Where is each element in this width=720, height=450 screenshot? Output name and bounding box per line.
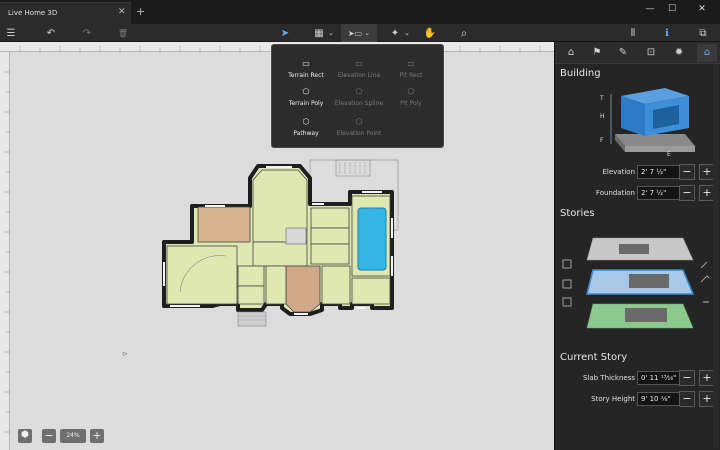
terrain-menu-item[interactable]: ▭ Pit Rect bbox=[384, 59, 438, 79]
terrain-item-label: Terrain Rect bbox=[288, 72, 323, 79]
minimize-button[interactable]: — bbox=[640, 4, 660, 14]
new-tab-button[interactable]: + bbox=[136, 5, 145, 18]
select-arrow-icon[interactable]: ➤ bbox=[276, 24, 294, 42]
search-icon[interactable]: ⌕ bbox=[455, 24, 473, 42]
building-section-title: Building bbox=[560, 68, 601, 79]
delete-icon[interactable]: 🗑 bbox=[114, 24, 132, 42]
maximize-button[interactable]: ☐ bbox=[662, 4, 682, 14]
terrain-item-icon: ⬡ bbox=[279, 117, 333, 126]
terrain-menu-item[interactable]: ⬡ Elevation Point bbox=[332, 117, 386, 137]
slab-thickness-decrease-button[interactable]: − bbox=[679, 370, 695, 386]
terrain-item-icon: ▭ bbox=[332, 59, 386, 68]
add-story-below-icon[interactable] bbox=[563, 298, 571, 306]
inspector-icon[interactable]: ℹ bbox=[658, 24, 676, 42]
inspector-tabs: ⌂ ⚑ ✎ ⊡ ✹ ⌂ bbox=[555, 42, 720, 64]
zoom-level[interactable]: 24% bbox=[60, 429, 86, 443]
close-window-button[interactable]: ✕ bbox=[692, 4, 712, 14]
svg-text:⊳: ⊳ bbox=[122, 350, 128, 358]
terrain-item-icon: ⬠ bbox=[332, 87, 386, 96]
terrain-menu-item[interactable]: ▭ Terrain Rect bbox=[279, 59, 333, 79]
building-t-label: T bbox=[599, 95, 604, 102]
document-tab-title: Live Home 3D bbox=[8, 9, 57, 17]
panel-scrollbar[interactable] bbox=[713, 64, 719, 448]
elevation-decrease-button[interactable]: − bbox=[679, 164, 695, 180]
terrain-item-label: Pathway bbox=[293, 130, 318, 137]
terrain-menu-item[interactable]: ⬠ Pit Poly bbox=[384, 87, 438, 107]
terrain-tool-icon: ➤▭ bbox=[348, 29, 362, 38]
terrain-menu-item[interactable]: ⬡ Pathway bbox=[279, 117, 333, 137]
terrain-item-label: Elevation Line bbox=[338, 72, 380, 79]
foundation-decrease-button[interactable]: − bbox=[679, 185, 695, 201]
chevron-down-icon[interactable]: ⌄ bbox=[326, 24, 336, 42]
terrain-menu-item[interactable]: ⬠ Terrain Poly bbox=[279, 87, 333, 107]
terrain-item-icon: ⬠ bbox=[279, 87, 333, 96]
terrain-item-label: Pit Rect bbox=[400, 72, 423, 79]
zoom-out-button[interactable]: − bbox=[42, 429, 56, 443]
building-e-label: E bbox=[667, 151, 671, 156]
library-icon[interactable]: ⫴ bbox=[624, 24, 642, 42]
hand-icon[interactable]: ✋ bbox=[421, 24, 439, 42]
stories-section-title: Stories bbox=[560, 208, 595, 219]
tab-building-icon[interactable]: ⌂ bbox=[697, 44, 717, 62]
layers-icon[interactable]: ⬢ bbox=[18, 429, 32, 443]
zoom-in-button[interactable]: + bbox=[90, 429, 104, 443]
undo-icon[interactable]: ↶ bbox=[42, 24, 60, 42]
terrain-item-label: Elevation Point bbox=[337, 130, 382, 137]
terrain-tools-menu: ▭ Terrain Rect ▭ Elevation Line ▭ Pit Rect ⬠ Te… bbox=[271, 44, 444, 148]
current-story-section-title: Current Story bbox=[560, 352, 627, 363]
document-tab[interactable]: Live Home 3D ✕ bbox=[0, 2, 131, 24]
roof-icon[interactable] bbox=[701, 262, 709, 282]
terrain-item-label: Pit Poly bbox=[400, 100, 422, 107]
terrain-item-icon: ▭ bbox=[279, 59, 333, 68]
title-bar: Live Home 3D ✕ + — ☐ ✕ bbox=[0, 0, 720, 24]
terrain-item-icon: ⬠ bbox=[384, 87, 438, 96]
duplicate-story-icon[interactable] bbox=[563, 280, 571, 288]
tab-materials-icon[interactable]: ✎ bbox=[613, 44, 633, 62]
chevron-down-icon: ⌄ bbox=[364, 29, 370, 37]
story-height-decrease-button[interactable]: − bbox=[679, 391, 695, 407]
building-h-label: H bbox=[600, 113, 605, 120]
stories-diagram bbox=[559, 230, 709, 340]
add-story-above-icon[interactable] bbox=[563, 260, 571, 268]
toolbar: ☰ ↶ ↷ 🗑 ➤ ▦ ⌄ ➤▭ ⌄ ✦ ⌄ ✋ ⌕ ⫴ ℹ ⧉ bbox=[0, 24, 720, 42]
redo-icon[interactable]: ↷ bbox=[78, 24, 96, 42]
close-tab-icon[interactable]: ✕ bbox=[118, 7, 126, 17]
terrain-menu-item[interactable]: ⬠ Elevation Spline bbox=[332, 87, 386, 107]
terrain-item-icon: ⬡ bbox=[332, 117, 386, 126]
building-diagram: T H F E bbox=[595, 84, 705, 156]
layout-icon[interactable]: ⧉ bbox=[694, 24, 712, 42]
story-height-label: Story Height bbox=[565, 395, 635, 403]
terrain-item-label: Terrain Poly bbox=[289, 100, 324, 107]
menu-icon[interactable]: ☰ bbox=[2, 24, 20, 42]
tab-furniture-icon[interactable]: ⌂ bbox=[561, 44, 581, 62]
elevation-label: Elevation bbox=[565, 168, 635, 176]
terrain-tool-button[interactable]: ➤▭ ⌄ bbox=[341, 24, 377, 42]
chevron-down-icon[interactable]: ⌄ bbox=[402, 24, 412, 42]
terrain-menu-item[interactable]: ▭ Elevation Line bbox=[332, 59, 386, 79]
slab-thickness-label: Slab Thickness bbox=[565, 374, 635, 382]
terrain-item-label: Elevation Spline bbox=[335, 100, 383, 107]
tab-building-tools-icon[interactable]: ⚑ bbox=[587, 44, 607, 62]
foundation-label: Foundation bbox=[565, 189, 635, 197]
building-f-label: F bbox=[600, 137, 604, 144]
terrain-item-icon: ▭ bbox=[384, 59, 438, 68]
tab-camera-icon[interactable]: ⊡ bbox=[641, 44, 661, 62]
tab-lighting-icon[interactable]: ✹ bbox=[669, 44, 689, 62]
inspector-panel: ⌂ ⚑ ✎ ⊡ ✹ ⌂ Building T H F E Elevation 2… bbox=[554, 42, 720, 450]
